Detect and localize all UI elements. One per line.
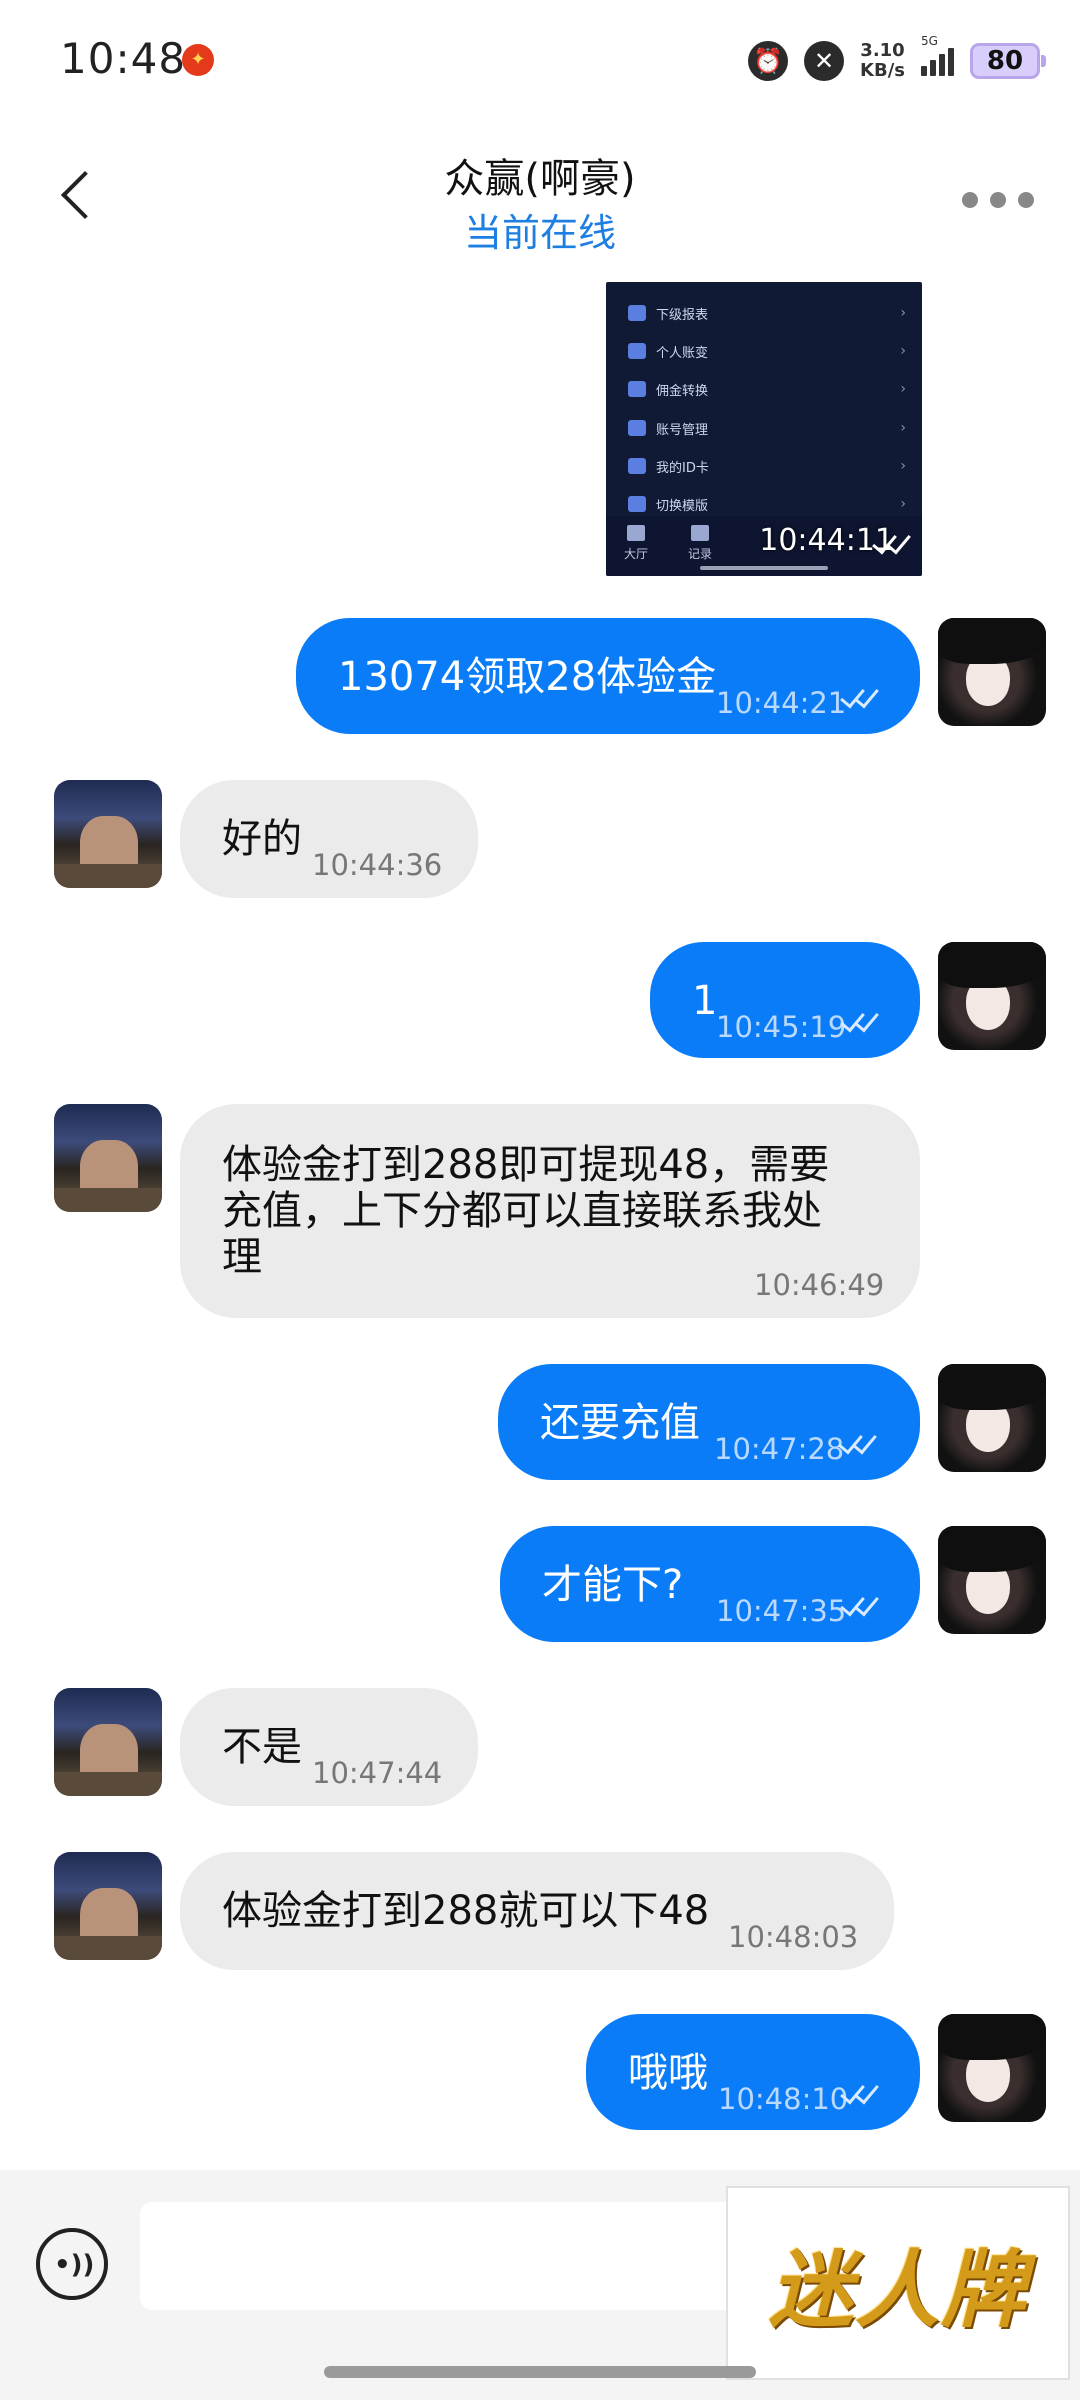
image-menu-label: 佣金转换 [656,383,709,399]
image-menu-label: 下级报表 [656,307,709,323]
image-message[interactable]: 下级报表 › 个人账变 › 佣金转换 › 账号管理 › 我的ID卡 › 切换模版 › 大厅 … [606,282,922,576]
read-receipt-icon [838,1430,878,1454]
message-text: 才能下? [542,1562,684,1608]
menu-item-icon [628,420,646,436]
my-avatar[interactable] [938,1526,1046,1634]
chevron-right-icon: › [900,496,906,512]
image-gesture-bar [700,566,828,570]
message-time: 10:44:36 [312,848,443,882]
image-nav-label: 记录 [687,547,712,561]
message-bubble-outgoing[interactable]: 哦哦 10:48:10 [586,2014,920,2130]
menu-item-icon [628,343,646,359]
chevron-right-icon: › [900,381,906,397]
my-avatar[interactable] [938,618,1046,726]
image-menu-label: 账号管理 [656,422,709,438]
watermark-text: 迷人牌 [768,2239,1027,2339]
more-options-button[interactable] [956,186,1040,214]
home-icon [627,525,645,541]
contact-avatar[interactable] [54,1688,162,1796]
message-bubble-outgoing[interactable]: 13074领取28体验金 10:44:21 [296,618,920,734]
message-text: 1 [692,978,718,1024]
menu-item-icon [628,381,646,397]
message-time: 10:44:21 [716,686,847,720]
message-time: 10:47:44 [312,1756,443,1790]
message-bubble-incoming[interactable]: 不是 10:47:44 [180,1688,478,1806]
network-type-label: 5G [921,34,938,48]
chevron-right-icon: › [900,458,906,474]
message-time: 10:46:49 [754,1268,885,1302]
contact-avatar[interactable] [54,780,162,888]
message-bubble-outgoing[interactable]: 1 10:45:19 [650,942,920,1058]
menu-item-icon [628,305,646,321]
message-time: 10:45:19 [716,1010,847,1044]
my-avatar[interactable] [938,942,1046,1050]
message-text: 哦哦 [628,2050,708,2096]
notification-app-icon: ✦ [182,44,214,76]
image-menu-row: 个人账变 › [628,336,918,366]
my-avatar[interactable] [938,1364,1046,1472]
home-indicator[interactable] [324,2366,756,2378]
chat-title: 众赢(啊豪) [444,156,636,202]
image-nav-item: 记录 [680,525,720,562]
record-icon [691,525,709,541]
menu-item-icon [628,458,646,474]
read-receipt-icon [840,684,880,708]
read-receipt-icon [872,530,912,554]
image-menu-row: 佣金转换 › [628,374,918,404]
online-status: 当前在线 [463,211,616,255]
menu-item-icon [628,496,646,512]
voice-input-button[interactable]: •)) [36,2228,108,2300]
image-nav-label: 大厅 [623,547,648,561]
message-text-line: 体验金打到288即可提现48，需要 [222,1142,830,1188]
chat-header: 众赢(啊豪) 当前在线 [0,120,1080,280]
image-menu-row: 切换模版 › [628,489,918,519]
message-text: 好的 [222,816,302,862]
message-bubble-incoming[interactable]: 好的 10:44:36 [180,780,478,898]
status-bar: 10:48 ✦ ⏰ ✕ 3.10 KB/s 5G 80 [0,0,1080,120]
mute-icon: ✕ [804,41,845,81]
message-bubble-incoming[interactable]: 体验金打到288就可以下48 10:48:03 [180,1852,894,1970]
message-time: 10:48:10 [718,2082,849,2116]
image-menu-label: 切换模版 [656,498,709,514]
chevron-right-icon: › [900,343,906,359]
image-menu-row: 我的ID卡 › [628,451,918,481]
chevron-right-icon: › [900,420,906,436]
contact-avatar[interactable] [54,1104,162,1212]
alarm-icon: ⏰ [748,41,789,81]
watermark-logo: 迷人牌 [726,2186,1070,2380]
message-text: 体验金打到288就可以下48 [222,1888,710,1934]
image-menu-row: 账号管理 › [628,413,918,443]
read-receipt-icon [840,1592,880,1616]
message-bubble-outgoing[interactable]: 还要充值 10:47:28 [498,1364,920,1480]
contact-avatar[interactable] [54,1852,162,1960]
image-menu-label: 我的ID卡 [656,460,709,476]
message-text: 13074领取28体验金 [338,654,717,700]
message-text-line: 理 [222,1234,262,1280]
message-time: 10:47:28 [714,1432,845,1466]
image-nav-item: 大厅 [616,525,656,562]
status-time: 10:48 [60,34,187,83]
message-text-line: 充值，上下分都可以直接联系我处 [222,1188,822,1234]
network-speed-unit: KB/s [860,60,905,81]
my-avatar[interactable] [938,2014,1046,2122]
image-menu-label: 个人账变 [656,345,709,361]
message-time: 10:48:03 [728,1920,859,1954]
network-speed: 3.10 KB/s [860,41,905,81]
status-icons: ⏰ ✕ 3.10 KB/s 5G 80 [748,34,1046,84]
battery-icon: 80 [970,43,1046,79]
image-menu-row: 下级报表 › [628,298,918,328]
message-bubble-incoming[interactable]: 体验金打到288即可提现48，需要 充值，上下分都可以直接联系我处 理 10:4… [180,1104,920,1318]
message-text: 不是 [222,1724,302,1770]
message-bubble-outgoing[interactable]: 才能下? 10:47:35 [500,1526,920,1642]
chevron-right-icon: › [900,305,906,321]
network-speed-value: 3.10 [860,40,905,61]
read-receipt-icon [840,1008,880,1032]
message-text: 还要充值 [540,1400,700,1446]
message-time: 10:47:35 [716,1594,847,1628]
signal-icon: 5G [921,34,954,76]
voice-icon: •)) [54,2250,95,2280]
read-receipt-icon [840,2080,880,2104]
